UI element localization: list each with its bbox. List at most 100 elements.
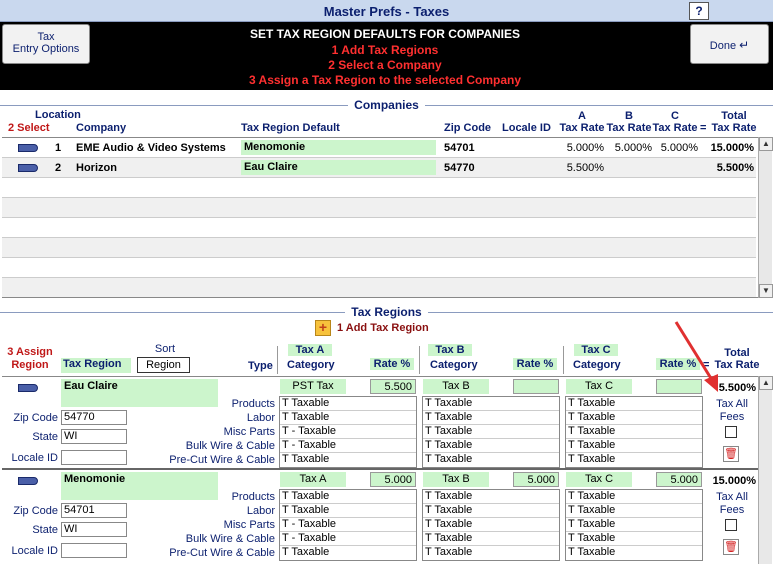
regions-scrollbar[interactable]: ▲ xyxy=(758,376,773,564)
taxa-categories[interactable]: T Taxable T Taxable T - Taxable T - Taxa… xyxy=(279,489,417,561)
category-cell[interactable]: T Taxable xyxy=(423,490,559,504)
taxb-categories[interactable]: T Taxable T Taxable T Taxable T Taxable … xyxy=(422,489,560,561)
pencil-assign-icon[interactable] xyxy=(18,384,38,392)
trash-icon[interactable]: 🗑 xyxy=(723,539,739,555)
taxc-categories[interactable]: T Taxable T Taxable T Taxable T Taxable … xyxy=(565,489,703,561)
pencil-select-icon[interactable] xyxy=(18,144,38,152)
col-tax-region: Tax Region xyxy=(61,358,131,373)
col-assign-bottom: Region xyxy=(11,359,49,371)
help-button[interactable]: ? xyxy=(689,2,709,20)
instruction-step-1: 1 Add Tax Regions xyxy=(331,43,439,57)
col-assign-top: 3 Assign xyxy=(7,346,53,358)
pencil-select-icon[interactable] xyxy=(18,164,38,172)
company-row[interactable]: 2 Horizon Eau Claire 54770 5.500% 5.500% xyxy=(2,158,756,178)
category-cell[interactable]: T Taxable xyxy=(566,397,702,411)
tax-all-fees-checkbox[interactable] xyxy=(725,426,737,438)
col-location: Location xyxy=(35,109,81,121)
taxb-name[interactable]: Tax B xyxy=(423,472,489,487)
region-locale[interactable] xyxy=(61,450,127,465)
scroll-up-icon[interactable]: ▲ xyxy=(759,376,773,390)
category-cell[interactable]: T Taxable xyxy=(566,411,702,425)
category-cell[interactable]: T Taxable xyxy=(566,532,702,546)
category-cell[interactable]: T Taxable xyxy=(423,518,559,532)
add-tax-region-label[interactable]: 1 Add Tax Region xyxy=(337,322,429,334)
col-company: Company xyxy=(76,122,127,134)
category-cell[interactable]: T - Taxable xyxy=(280,439,416,453)
companies-scrollbar[interactable]: ▲ ▼ xyxy=(758,137,773,298)
category-cell[interactable]: T Taxable xyxy=(423,504,559,518)
taxa-name[interactable]: Tax A xyxy=(280,472,346,487)
instruction-step-3: 3 Assign a Tax Region to the selected Co… xyxy=(248,73,522,87)
taxc-name[interactable]: Tax C xyxy=(566,379,632,394)
scroll-up-icon[interactable]: ▲ xyxy=(759,137,773,151)
region-state[interactable]: WI xyxy=(61,522,127,537)
tax-entry-options-button[interactable]: Tax Entry Options xyxy=(2,24,90,64)
taxb-rate[interactable]: 5.000 xyxy=(513,472,559,487)
pencil-assign-icon[interactable] xyxy=(18,477,38,485)
category-cell[interactable]: T Taxable xyxy=(280,397,416,411)
taxc-categories[interactable]: T Taxable T Taxable T Taxable T Taxable … xyxy=(565,396,703,468)
sort-region-button[interactable]: Region xyxy=(137,357,190,373)
company-row[interactable]: 1 EME Audio & Video Systems Menomonie 54… xyxy=(2,138,756,158)
add-region-plus-icon[interactable]: + xyxy=(315,320,331,336)
category-cell[interactable]: T Taxable xyxy=(566,425,702,439)
category-cell[interactable]: T Taxable xyxy=(566,518,702,532)
region-zip[interactable]: 54701 xyxy=(61,503,127,518)
region-zip[interactable]: 54770 xyxy=(61,410,127,425)
category-cell[interactable]: T Taxable xyxy=(423,546,559,560)
category-cell[interactable]: T Taxable xyxy=(423,425,559,439)
category-cell[interactable]: T Taxable xyxy=(423,411,559,425)
col-select: 2 Select xyxy=(8,122,50,134)
sort-label: Sort xyxy=(154,343,176,355)
taxc-name[interactable]: Tax C xyxy=(566,472,632,487)
company-region: Menomonie xyxy=(241,140,436,155)
type-precut-wire: Pre-Cut Wire & Cable xyxy=(169,547,275,559)
category-cell[interactable]: T Taxable xyxy=(280,411,416,425)
category-cell[interactable]: T Taxable xyxy=(566,490,702,504)
taxc-rate[interactable]: 5.000 xyxy=(656,472,702,487)
type-products: Products xyxy=(231,491,275,503)
category-cell[interactable]: T Taxable xyxy=(566,546,702,560)
category-cell[interactable]: T Taxable xyxy=(423,532,559,546)
category-cell[interactable]: T Taxable xyxy=(423,439,559,453)
category-cell[interactable]: T - Taxable xyxy=(280,425,416,439)
col-a-bottom: Tax Rate xyxy=(559,122,605,134)
category-cell[interactable]: T Taxable xyxy=(566,453,702,467)
region-locale[interactable] xyxy=(61,543,127,558)
taxa-name[interactable]: PST Tax xyxy=(280,379,346,394)
done-button[interactable]: Done ↵ xyxy=(690,24,769,64)
col-c-top: C xyxy=(671,110,679,122)
taxa-categories[interactable]: T Taxable T Taxable T - Taxable T - Taxa… xyxy=(279,396,417,468)
trash-icon[interactable]: 🗑 xyxy=(723,446,739,462)
taxb-rate[interactable] xyxy=(513,379,559,394)
company-zip: 54770 xyxy=(444,162,475,174)
zip-label: Zip Code xyxy=(13,412,58,424)
company-total: 5.500% xyxy=(716,162,754,174)
taxb-name[interactable]: Tax B xyxy=(423,379,489,394)
category-cell[interactable]: T Taxable xyxy=(280,453,416,467)
category-cell[interactable]: T - Taxable xyxy=(280,518,416,532)
category-cell[interactable]: T - Taxable xyxy=(280,532,416,546)
category-cell[interactable]: T Taxable xyxy=(423,453,559,467)
col-total-bottom: Tax Rate xyxy=(711,122,757,134)
category-cell[interactable]: T Taxable xyxy=(280,504,416,518)
category-cell[interactable]: T Taxable xyxy=(566,439,702,453)
region-block: Eau Claire Zip Code 54770 State WI Local… xyxy=(2,376,758,468)
category-cell[interactable]: T Taxable xyxy=(423,397,559,411)
col-b-bottom: Tax Rate xyxy=(606,122,652,134)
taxb-categories[interactable]: T Taxable T Taxable T Taxable T Taxable … xyxy=(422,396,560,468)
tax-all-fees-checkbox[interactable] xyxy=(725,519,737,531)
region-state[interactable]: WI xyxy=(61,429,127,444)
category-cell[interactable]: T Taxable xyxy=(280,490,416,504)
empty-row xyxy=(2,278,756,297)
taxa-rate[interactable]: 5.000 xyxy=(370,472,416,487)
company-num: 1 xyxy=(55,142,62,154)
type-precut-wire: Pre-Cut Wire & Cable xyxy=(169,454,275,466)
category-cell[interactable]: T Taxable xyxy=(280,546,416,560)
company-zip: 54701 xyxy=(444,142,475,154)
taxa-rate[interactable]: 5.500 xyxy=(370,379,416,394)
category-cell[interactable]: T Taxable xyxy=(566,504,702,518)
type-bulk-wire: Bulk Wire & Cable xyxy=(185,440,275,452)
scroll-down-icon[interactable]: ▼ xyxy=(759,284,773,298)
tax-entry-label-2: Entry Options xyxy=(12,43,80,55)
